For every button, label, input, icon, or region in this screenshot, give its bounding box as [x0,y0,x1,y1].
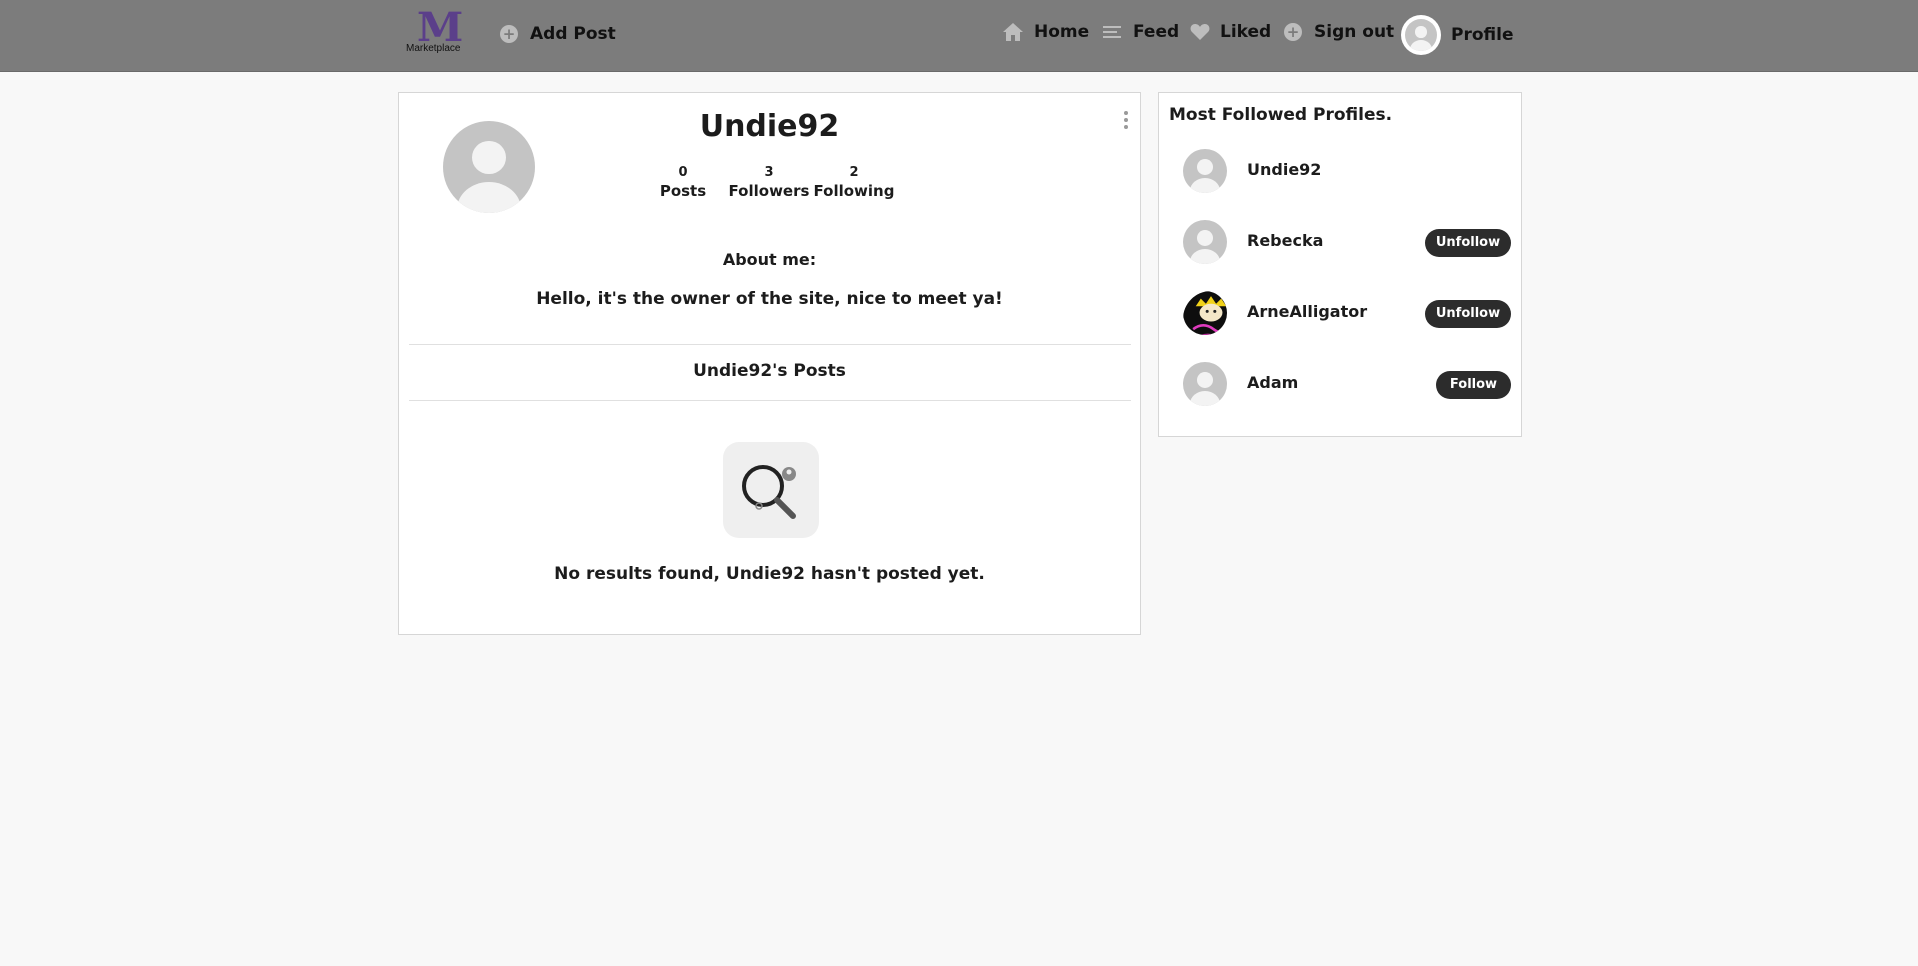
stat-following-value: 2 [849,165,859,180]
about-heading: About me: [722,250,817,269]
follow-button[interactable]: Follow [1436,371,1511,399]
stat-followers-value: 3 [764,165,774,180]
logo-mark: M [416,4,464,51]
sign-out-label: Sign out [1314,22,1395,42]
sidebar-profile-row[interactable]: Adam Follow [1159,356,1521,412]
sign-out-icon: + [1284,23,1302,41]
plus-icon: + [500,25,518,43]
avatar-photo [1183,291,1227,335]
stat-following[interactable]: 2 Following [811,165,897,201]
feed-label: Feed [1133,22,1180,42]
stat-following-label: Following [813,182,895,200]
add-post-link[interactable]: + Add Post [500,24,616,44]
feed-icon [1103,26,1121,38]
user-avatar-icon [1405,19,1437,51]
add-post-label: Add Post [530,24,616,44]
most-followed-card: Most Followed Profiles. Undie92 Rebecka … [1158,92,1522,437]
sidebar-profile-row[interactable]: Rebecka Unfollow [1159,214,1521,270]
profile-label: Profile [1451,25,1514,45]
sidebar-profile-row[interactable]: Undie92 [1159,143,1521,199]
profile-username[interactable]: Rebecka [1247,231,1323,250]
magnifier-icon [742,465,796,519]
home-label: Home [1034,22,1090,42]
marketplace-logo[interactable]: M Marketplace [404,4,470,58]
profile-username[interactable]: Adam [1247,373,1298,392]
liked-link[interactable]: Liked [1190,22,1271,42]
sign-out-link[interactable]: + Sign out [1284,22,1394,42]
avatar [1183,149,1227,193]
logo-text: Marketplace [406,43,461,54]
stat-posts-value: 0 [678,165,688,180]
stat-followers-label: Followers [728,182,810,200]
posts-heading: Undie92's Posts [693,361,846,381]
stat-followers[interactable]: 3 Followers [727,165,811,201]
top-navbar: M Marketplace + Add Post Home Feed Liked… [0,0,1918,72]
avatar [1183,220,1227,264]
profile-username[interactable]: Undie92 [1247,160,1321,179]
profile-card: Undie92 0 Posts 3 Followers 2 Following … [398,92,1141,635]
stat-posts: 0 Posts [657,165,709,201]
unfollow-button[interactable]: Unfollow [1425,229,1511,257]
empty-search-illustration [723,442,819,538]
profile-username[interactable]: ArneAlligator [1247,302,1367,321]
nav-avatar [1401,15,1441,55]
divider [409,400,1131,401]
about-text: Hello, it's the owner of the site, nice … [536,289,1003,309]
feed-link[interactable]: Feed [1103,22,1179,42]
divider [409,344,1131,345]
avatar [1183,362,1227,406]
profile-name: Undie92 [699,109,840,144]
liked-label: Liked [1220,22,1272,42]
empty-message: No results found, Undie92 hasn't posted … [554,564,985,584]
home-link[interactable]: Home [1002,22,1089,42]
profile-link[interactable]: Profile [1401,15,1513,55]
stat-posts-label: Posts [659,182,707,200]
home-icon [1003,23,1023,41]
sidebar-title: Most Followed Profiles. [1169,105,1393,125]
unfollow-button[interactable]: Unfollow [1425,300,1511,328]
heart-icon [1190,24,1210,40]
sidebar-profile-row[interactable]: ArneAlligator Unfollow [1159,285,1521,341]
